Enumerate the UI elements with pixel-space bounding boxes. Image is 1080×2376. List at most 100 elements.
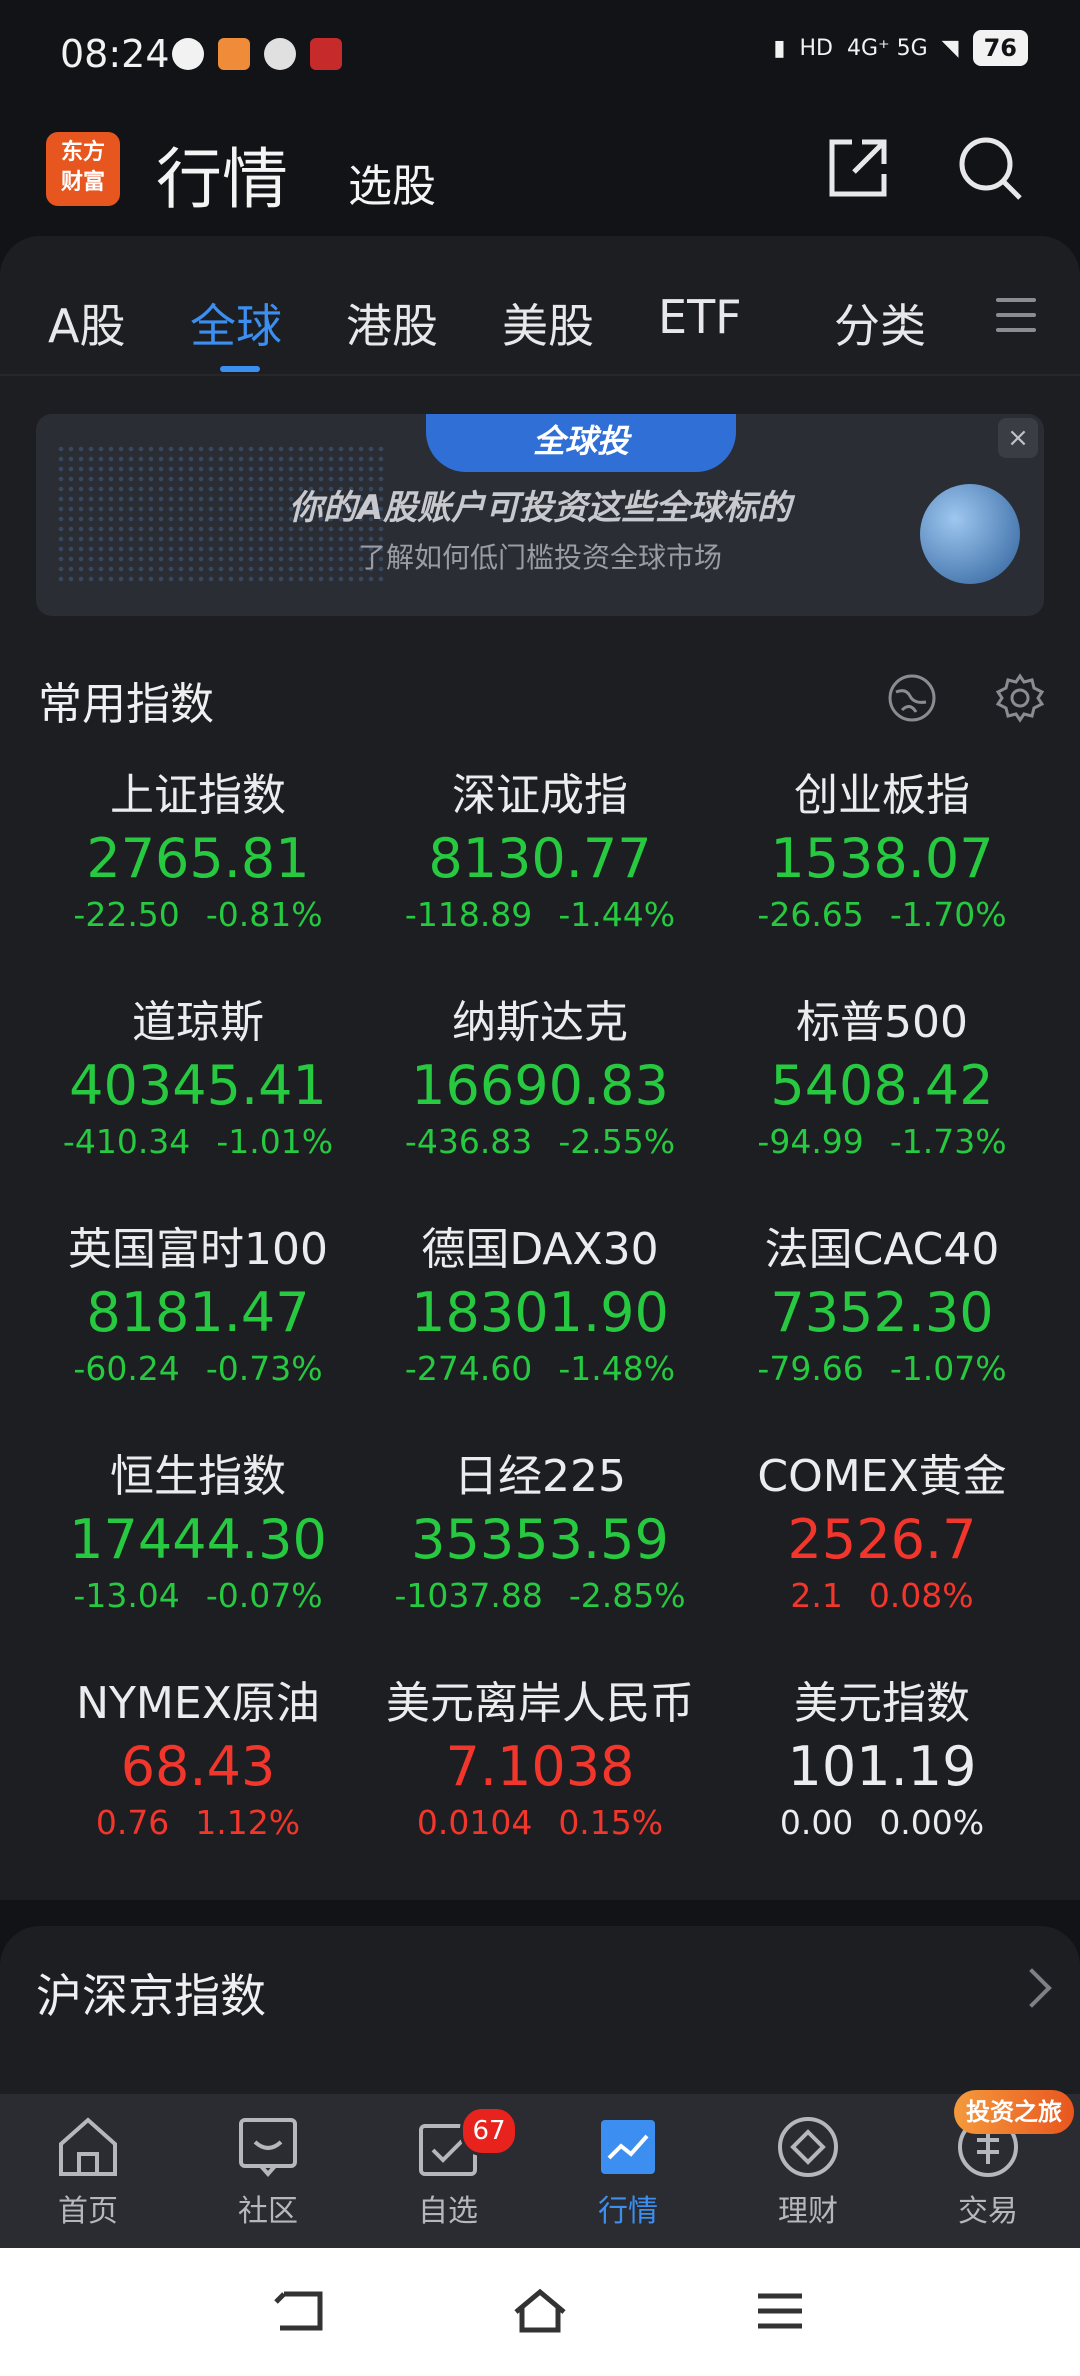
nav-label: 交易 [958,2194,1018,2229]
tab-a-shares[interactable]: A股 [48,290,125,356]
index-price: 7.1038 [445,1735,635,1798]
app-logo[interactable]: 东方 财富 [46,132,120,206]
logo-text: 东方 [60,140,105,165]
app-notification-icon [264,38,296,70]
index-card[interactable]: COMEX黄金 2526.7 2.1 0.08% [710,1447,1054,1619]
tab-hk[interactable]: 港股 [346,290,438,356]
index-change-row: 0.0104 0.15% [368,1800,712,1846]
index-card[interactable]: 美元离岸人民币 7.1038 0.0104 0.15% [368,1674,712,1846]
battery-icon: 76 [972,30,1028,66]
index-card[interactable]: 美元指数 101.19 0.00 0.00% [710,1674,1054,1846]
index-card[interactable]: 道琼斯 40345.41 -410.34 -1.01% [26,993,370,1165]
index-name: 深证成指 [452,770,628,821]
banner-badge: 全球投 [426,414,736,472]
app-notification-icon [310,38,342,70]
index-change-percent: -1.01% [216,1122,334,1161]
tab-global[interactable]: 全球 [190,290,282,356]
market-icon [601,2120,655,2174]
vibrate-icon: ▮ [773,35,786,61]
market-card: A股 全球 港股 美股 ETF 分类 全球投 你的A股账户可投资这些全球标的 了… [0,236,1080,1900]
notification-icons [172,38,342,70]
index-change-percent: 0.00% [879,1803,985,1842]
index-card[interactable]: 德国DAX30 18301.90 -274.60 -1.48% [368,1220,712,1392]
index-change-percent: -2.55% [558,1122,676,1161]
nav-label: 自选 [418,2194,478,2229]
index-card[interactable]: 纳斯达克 16690.83 -436.83 -2.55% [368,993,712,1165]
hd-icon: HD [799,35,833,61]
banner-headline: 你的A股账户可投资这些全球标的 [288,488,792,528]
tab-category[interactable]: 分类 [834,290,926,356]
index-name: 美元指数 [794,1678,970,1729]
nav-label: 行情 [598,2194,658,2229]
status-bar: 08:24 ▮ HD 4G⁺ 5G ◥ 76 [0,0,1080,112]
banner-subline: 了解如何低门槛投资全球市场 [357,541,722,574]
index-card[interactable]: 恒生指数 17444.30 -13.04 -0.07% [26,1447,370,1619]
index-change-row: -1037.88 -2.85% [368,1573,712,1619]
index-name: 德国DAX30 [421,1224,659,1275]
index-change-percent: -0.73% [205,1349,323,1388]
search-icon[interactable] [954,132,1026,204]
index-price: 68.43 [120,1735,276,1798]
index-card[interactable]: 标普500 5408.42 -94.99 -1.73% [710,993,1054,1165]
nav-community[interactable]: 社区 [208,2114,328,2230]
index-card[interactable]: 日经225 35353.59 -1037.88 -2.85% [368,1447,712,1619]
hsj-indices-card[interactable]: 沪深京指数 [0,1926,1080,2096]
index-name: 纳斯达克 [452,997,628,1048]
close-icon[interactable]: × [998,418,1038,458]
home-nav-icon[interactable] [510,2286,570,2336]
back-icon[interactable] [270,2286,330,2336]
chevron-right-icon[interactable] [1012,1968,1052,2008]
nav-label: 社区 [238,2194,298,2229]
tab-etf[interactable]: ETF [658,290,742,344]
index-change: 2.1 [790,1576,843,1615]
index-change: -22.50 [73,895,180,934]
nav-watchlist[interactable]: 67 自选 [388,2106,518,2230]
index-card[interactable]: 法国CAC40 7352.30 -79.66 -1.07% [710,1220,1054,1392]
index-change-row: -118.89 -1.44% [368,892,712,938]
index-price: 2765.81 [86,827,310,890]
index-price: 1538.07 [770,827,994,890]
gear-icon[interactable] [994,672,1046,724]
index-change-row: -26.65 -1.70% [710,892,1054,938]
tab-us[interactable]: 美股 [502,290,594,356]
app-header: 东方 财富 行情 选股 [0,112,1080,232]
menu-icon[interactable] [750,2286,810,2336]
index-price: 5408.42 [770,1054,994,1117]
index-change-percent: 0.15% [558,1803,664,1842]
index-change-row: 0.00 0.00% [710,1800,1054,1846]
index-change-row: 0.76 1.12% [26,1800,370,1846]
index-change: -410.34 [62,1122,191,1161]
stock-picker-link[interactable]: 选股 [348,150,436,214]
globe-icon [920,484,1020,584]
index-name: NYMEX原油 [76,1678,320,1729]
nav-wealth[interactable]: 理财 [748,2114,868,2230]
index-card[interactable]: 上证指数 2765.81 -22.50 -0.81% [26,766,370,938]
community-icon [239,2118,297,2178]
index-change: -274.60 [404,1349,533,1388]
index-card[interactable]: 深证成指 8130.77 -118.89 -1.44% [368,766,712,938]
tab-menu-icon[interactable] [996,298,1036,343]
index-change: -1037.88 [394,1576,543,1615]
nav-home[interactable]: 首页 [28,2114,148,2230]
index-card[interactable]: 创业板指 1538.07 -26.65 -1.70% [710,766,1054,938]
index-card[interactable]: 英国富时100 8181.47 -60.24 -0.73% [26,1220,370,1392]
global-invest-banner[interactable]: 全球投 你的A股账户可投资这些全球标的 了解如何低门槛投资全球市场 × [36,414,1044,616]
index-price: 8130.77 [428,827,652,890]
bottom-nav: 首页 社区 67 自选 行情 理财 交易 [0,2094,1080,2248]
system-nav-bar [0,2248,1080,2376]
nav-market[interactable]: 行情 [568,2114,688,2230]
index-price: 16690.83 [411,1054,669,1117]
home-icon [59,2117,117,2176]
index-card[interactable]: NYMEX原油 68.43 0.76 1.12% [26,1674,370,1846]
app-notification-icon [172,38,204,70]
investment-journey-badge[interactable]: 投资之旅 [954,2090,1074,2134]
index-name: 法国CAC40 [764,1224,1000,1275]
index-change-row: -13.04 -0.07% [26,1573,370,1619]
status-right: ▮ HD 4G⁺ 5G ◥ 76 [773,30,1028,66]
nav-label: 理财 [778,2194,838,2229]
index-change: -13.04 [73,1576,180,1615]
section-title-hsj: 沪深京指数 [36,1969,266,2023]
index-name: 道琼斯 [132,997,264,1048]
share-icon[interactable] [822,132,894,204]
globe-settings-icon[interactable] [886,672,938,724]
